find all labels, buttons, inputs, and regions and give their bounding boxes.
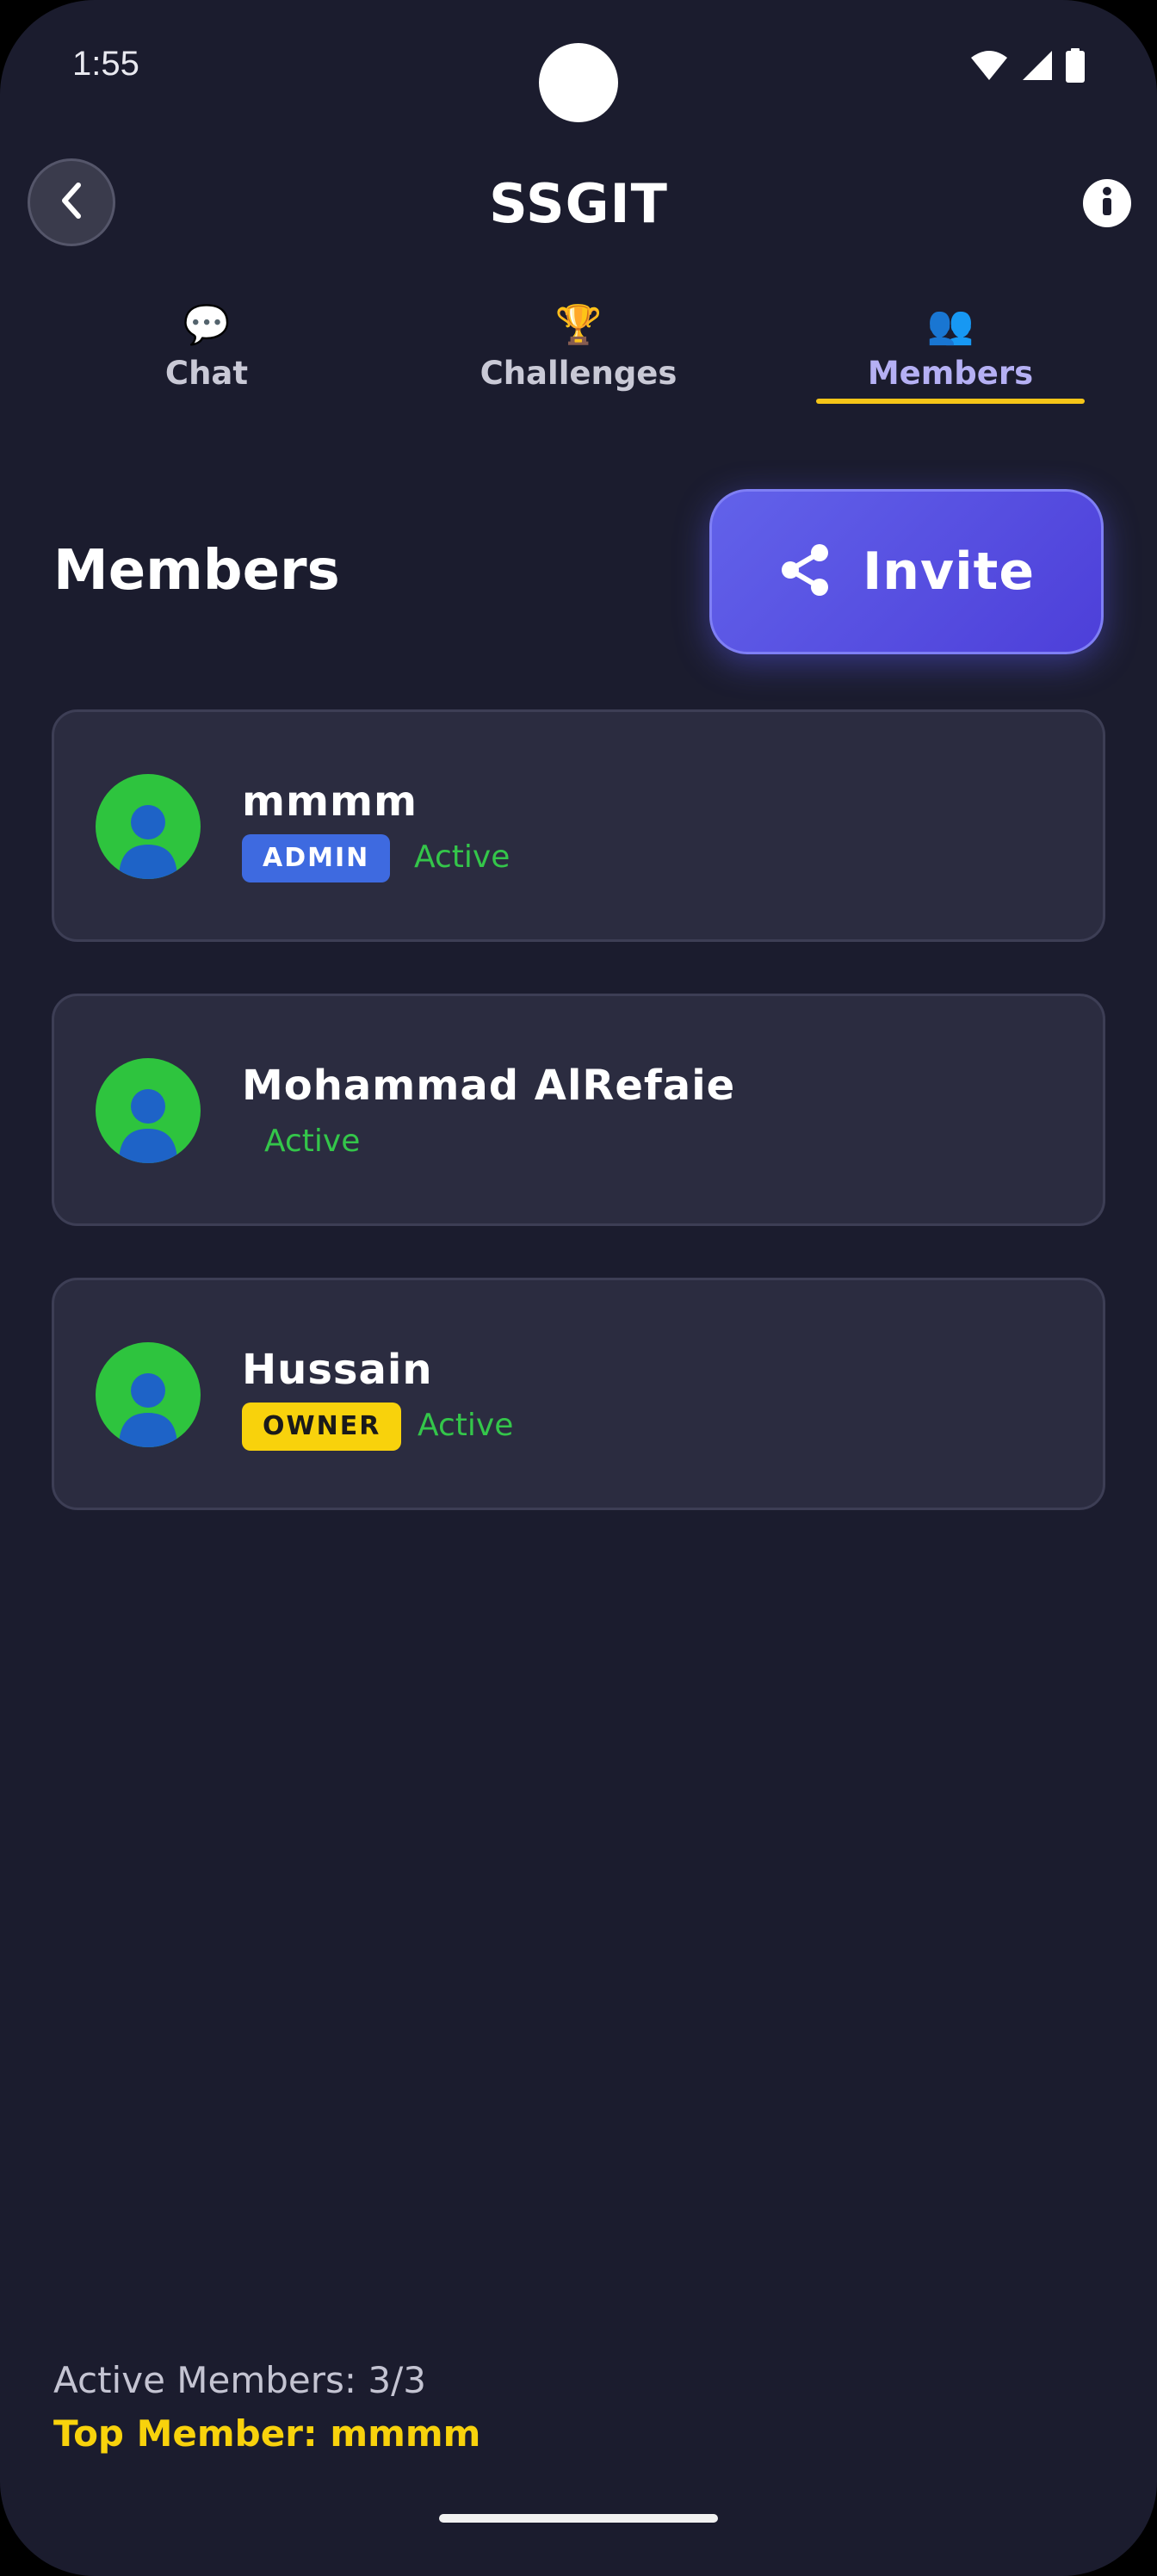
share-icon [778, 542, 833, 601]
user-icon [119, 805, 177, 879]
page-title: SSGIT [489, 172, 668, 235]
invite-label: Invite [862, 542, 1036, 602]
info-icon [1083, 177, 1131, 229]
member-name: Mohammad AlRefaie [242, 1062, 736, 1110]
active-members-count: Active Members: 3/3 [53, 2359, 427, 2401]
status-time: 1:55 [72, 45, 139, 83]
invite-button[interactable]: Invite [709, 489, 1104, 654]
section-title: Members [53, 539, 340, 603]
role-badge-admin: ADMIN [242, 834, 391, 882]
avatar [96, 1058, 201, 1163]
tab-label: Challenges [480, 355, 677, 392]
user-icon [119, 1373, 177, 1447]
home-indicator[interactable] [439, 2514, 718, 2523]
member-name: Hussain [242, 1346, 433, 1394]
tab-chat[interactable]: 💬 Chat [121, 301, 293, 405]
active-tab-indicator [816, 399, 1085, 404]
people-icon: 👥 [926, 303, 974, 347]
tab-members[interactable]: 👥 Members [816, 301, 1085, 405]
member-card[interactable]: Mohammad AlRefaie Active [52, 994, 1105, 1226]
member-status: Active [264, 1124, 361, 1159]
tab-label: Members [867, 355, 1034, 392]
avatar [96, 774, 201, 879]
tab-label: Chat [164, 355, 249, 392]
info-button[interactable] [1083, 179, 1131, 227]
member-name: mmmm [242, 777, 418, 826]
wifi-icon [969, 49, 1009, 85]
top-member: Top Member: mmmm [53, 2412, 481, 2455]
chat-bubble-icon: 💬 [183, 303, 231, 347]
members-screen: 1:55 SSGIT 💬 Chat 🏆 Challenges 👥 Members… [0, 0, 1157, 2576]
member-status: Active [414, 839, 510, 875]
member-status: Active [418, 1408, 514, 1443]
member-card[interactable]: Hussain OWNER Active [52, 1278, 1105, 1510]
status-icons [969, 48, 1085, 86]
avatar [96, 1342, 201, 1447]
camera-cutout [539, 43, 618, 122]
user-icon [119, 1089, 177, 1163]
role-badge-owner: OWNER [242, 1403, 402, 1451]
tab-challenges[interactable]: 🏆 Challenges [458, 301, 699, 405]
trophy-icon: 🏆 [554, 303, 603, 347]
member-card[interactable]: mmmm ADMIN Active [52, 709, 1105, 942]
signal-icon [1021, 49, 1054, 85]
battery-icon [1066, 48, 1085, 86]
